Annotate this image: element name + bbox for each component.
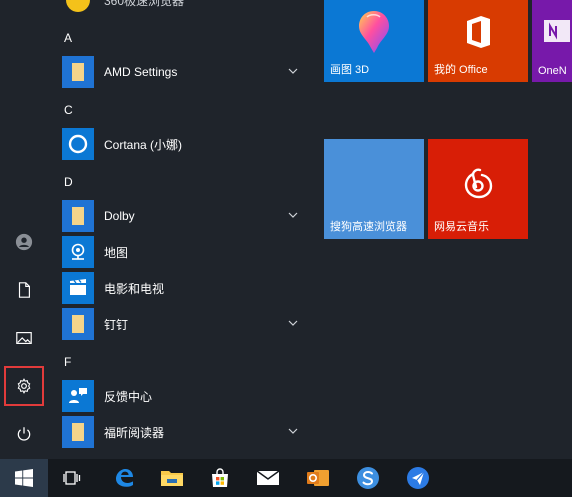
mail-icon [256,470,280,485]
tile-my-office[interactable]: 我的 Office [428,0,528,82]
user-icon [15,233,33,251]
app-item-maps[interactable]: 地图 [62,235,310,269]
browser-360-icon [62,0,94,16]
netease-music-icon [458,163,498,203]
tile-label: 网易云音乐 [434,221,489,233]
app-item-amd-settings[interactable]: AMD Settings [62,55,310,89]
paint-3d-icon [354,8,394,56]
sogou-button[interactable] [344,459,392,497]
start-menu: 360极速浏览器 A AMD Settings C Cortana (小娜) D… [0,0,572,459]
app-item-feedback-hub[interactable]: 反馈中心 [62,379,310,413]
chevron-down-icon [288,68,298,74]
app-list: 360极速浏览器 A AMD Settings C Cortana (小娜) D… [48,0,310,459]
tile-label: 我的 Office [434,64,488,76]
edge-button[interactable] [100,459,148,497]
user-account-button[interactable] [0,218,48,266]
feishu-button[interactable] [394,459,442,497]
folder-icon [62,308,94,340]
chevron-down-icon [288,428,298,434]
office-icon [460,14,496,50]
app-label: AMD Settings [104,65,178,79]
tile-onenote[interactable]: OneN [532,0,572,82]
section-letter-a[interactable]: A [64,31,72,45]
taskbar [0,459,572,497]
mail-button[interactable] [244,459,292,497]
chevron-down-icon [288,320,298,326]
start-rail [0,0,48,459]
pictures-button[interactable] [0,314,48,362]
folder-icon [62,416,94,448]
tile-label: 搜狗高速浏览器 [330,221,407,233]
store-icon [212,468,228,487]
power-button[interactable] [0,410,48,458]
app-item-dingtalk[interactable]: 钉钉 [62,307,310,341]
app-item-cortana[interactable]: Cortana (小娜) [62,127,310,161]
app-item-360-browser[interactable]: 360极速浏览器 [62,0,310,17]
documents-button[interactable] [0,266,48,314]
app-label: 钉钉 [104,317,129,332]
folder-icon [62,200,94,232]
app-label: 电影和电视 [104,281,165,296]
app-label: 360极速浏览器 [104,0,185,8]
app-item-foxit-reader[interactable]: 福昕阅读器 [62,415,310,449]
section-letter-f[interactable]: F [64,355,71,369]
section-letter-d[interactable]: D [64,175,73,189]
app-label: 地图 [104,245,129,260]
folder-icon [62,56,94,88]
tile-netease-music[interactable]: 网易云音乐 [428,139,528,239]
documents-icon [18,282,30,298]
section-letter-c[interactable]: C [64,103,73,117]
tile-sogou-browser[interactable]: 搜狗高速浏览器 [324,139,424,239]
chevron-down-icon [288,212,298,218]
file-explorer-icon [161,471,183,486]
outlook-icon [307,470,329,486]
edge-icon [116,469,133,487]
feedback-hub-icon [62,380,94,412]
windows-start-icon [15,469,33,487]
sogou-icon [357,467,379,489]
movies-tv-icon [62,272,94,304]
power-icon [17,427,31,441]
app-label: 反馈中心 [104,389,153,404]
start-button[interactable] [0,459,48,497]
task-view-button[interactable] [48,459,96,497]
app-item-movies-tv[interactable]: 电影和电视 [62,271,310,305]
app-item-dolby[interactable]: Dolby [62,199,310,233]
app-label: Cortana (小娜) [104,137,183,152]
file-explorer-button[interactable] [148,459,196,497]
pictures-icon [16,332,32,344]
tile-label: 画图 3D [330,64,370,76]
tile-paint-3d[interactable]: 画图 3D [324,0,424,82]
onenote-icon [542,16,572,46]
settings-icon [17,378,31,394]
outlook-button[interactable] [294,459,342,497]
store-button[interactable] [196,459,244,497]
cortana-icon [62,128,94,160]
app-label: 福昕阅读器 [104,425,165,440]
task-view-icon [63,471,81,485]
maps-icon [62,236,94,268]
tile-label: OneN [538,65,567,77]
app-label: Dolby [104,209,135,223]
settings-button[interactable] [0,362,48,410]
feishu-icon [407,467,429,489]
